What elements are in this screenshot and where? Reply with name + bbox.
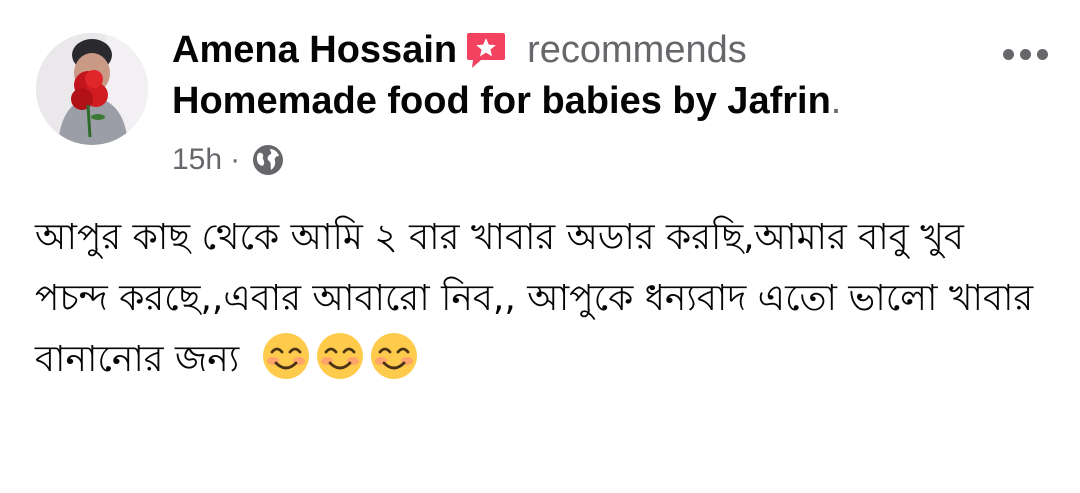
more-options-icon[interactable] — [990, 38, 1060, 70]
globe-icon[interactable] — [252, 144, 284, 176]
author-name[interactable]: Amena Hossain — [172, 29, 457, 72]
page-name-link[interactable]: Homemade food for babies by Jafrin — [172, 80, 831, 122]
more-dot — [1002, 48, 1014, 60]
post-meta: 15h · — [172, 140, 284, 180]
smiling-face-emoji: 😊 — [369, 331, 419, 381]
more-dot — [1036, 48, 1048, 60]
author-avatar[interactable] — [36, 33, 148, 145]
post-body-text: আপুর কাছ থেকে আমি ২ বার খাবার অডার করছি,… — [35, 217, 1034, 380]
post-header-line1: Amena Hossain recommends — [172, 28, 972, 72]
smiling-face-emoji: 😊 — [315, 331, 365, 381]
post-timestamp[interactable]: 15h — [172, 143, 222, 177]
more-dot — [1019, 48, 1031, 60]
smiling-face-emoji: 😊 — [261, 331, 311, 381]
post-header: Amena Hossain recommends Homemade food f… — [172, 28, 972, 124]
recommends-label: recommends — [527, 28, 747, 71]
meta-separator: · — [230, 143, 241, 176]
post-header-line2: Homemade food for babies by Jafrin. — [172, 78, 972, 124]
post-body: আপুর কাছ থেকে আমি ২ বার খাবার অডার করছি,… — [35, 207, 1045, 390]
recommend-star-icon — [465, 30, 507, 70]
avatar-photo — [36, 33, 148, 145]
page-suffix: . — [830, 80, 842, 122]
